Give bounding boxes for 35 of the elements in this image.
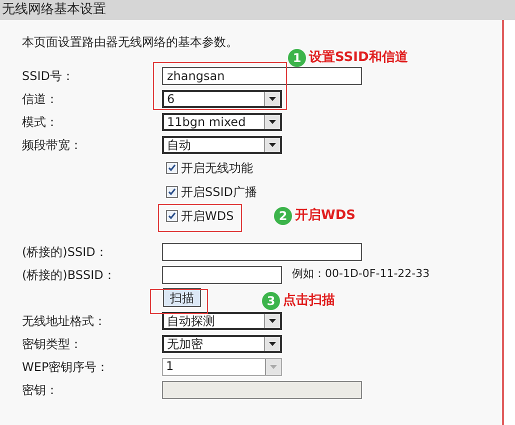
checkbox-label: 开启SSID广播 <box>181 184 258 201</box>
step-number-badge: 3 <box>262 292 280 310</box>
select-value: 自动 <box>166 138 192 152</box>
annotation-text: 开启WDS <box>295 206 356 225</box>
step-number-badge: 1 <box>288 48 306 67</box>
dropdown-select[interactable]: 6 <box>162 90 282 108</box>
field-label: (桥接的)SSID： <box>22 244 108 260</box>
field-label: SSID号： <box>22 68 76 84</box>
select-value: 自动探测 <box>166 314 216 328</box>
field-label: 密钥类型： <box>22 336 83 352</box>
select-value: 11bgn mixed <box>166 114 247 128</box>
annotation-text: 点击扫描 <box>283 292 335 310</box>
section-header: 无线网络基本设置 <box>0 0 515 20</box>
field-label: WEP密钥序号： <box>22 358 110 376</box>
dropdown-select[interactable]: 11bgn mixed <box>162 112 282 130</box>
checkbox-label: 开启WDS <box>181 208 234 225</box>
select-value: 1 <box>165 358 175 374</box>
select-value: 无加密 <box>166 336 204 350</box>
dropdown-select[interactable]: 无加密 <box>162 334 282 352</box>
text-field[interactable]: zhangsan <box>162 66 362 84</box>
annotation-text: 设置SSID和信道 <box>309 49 408 67</box>
field-label: 无线地址格式： <box>22 312 107 330</box>
scan-button[interactable]: 扫描 <box>163 288 201 307</box>
page-description: 本页面设置路由器无线网络的基本参数。 <box>22 34 239 50</box>
field-label: 频段带宽： <box>22 136 83 154</box>
field-label: 密钥： <box>22 382 59 398</box>
dropdown-select[interactable]: 自动探测 <box>162 312 282 330</box>
field-label: 模式： <box>22 114 59 130</box>
checkbox-label: 开启无线功能 <box>181 160 253 177</box>
select-value: 6 <box>166 92 176 106</box>
step-number-badge: 2 <box>274 206 292 225</box>
field-label: 信道： <box>22 90 59 108</box>
dropdown-select[interactable]: 自动 <box>162 136 282 154</box>
example-hint: 例如：00-1D-0F-11-22-33 <box>292 266 430 282</box>
field-label: (桥接的)BSSID： <box>22 266 116 284</box>
